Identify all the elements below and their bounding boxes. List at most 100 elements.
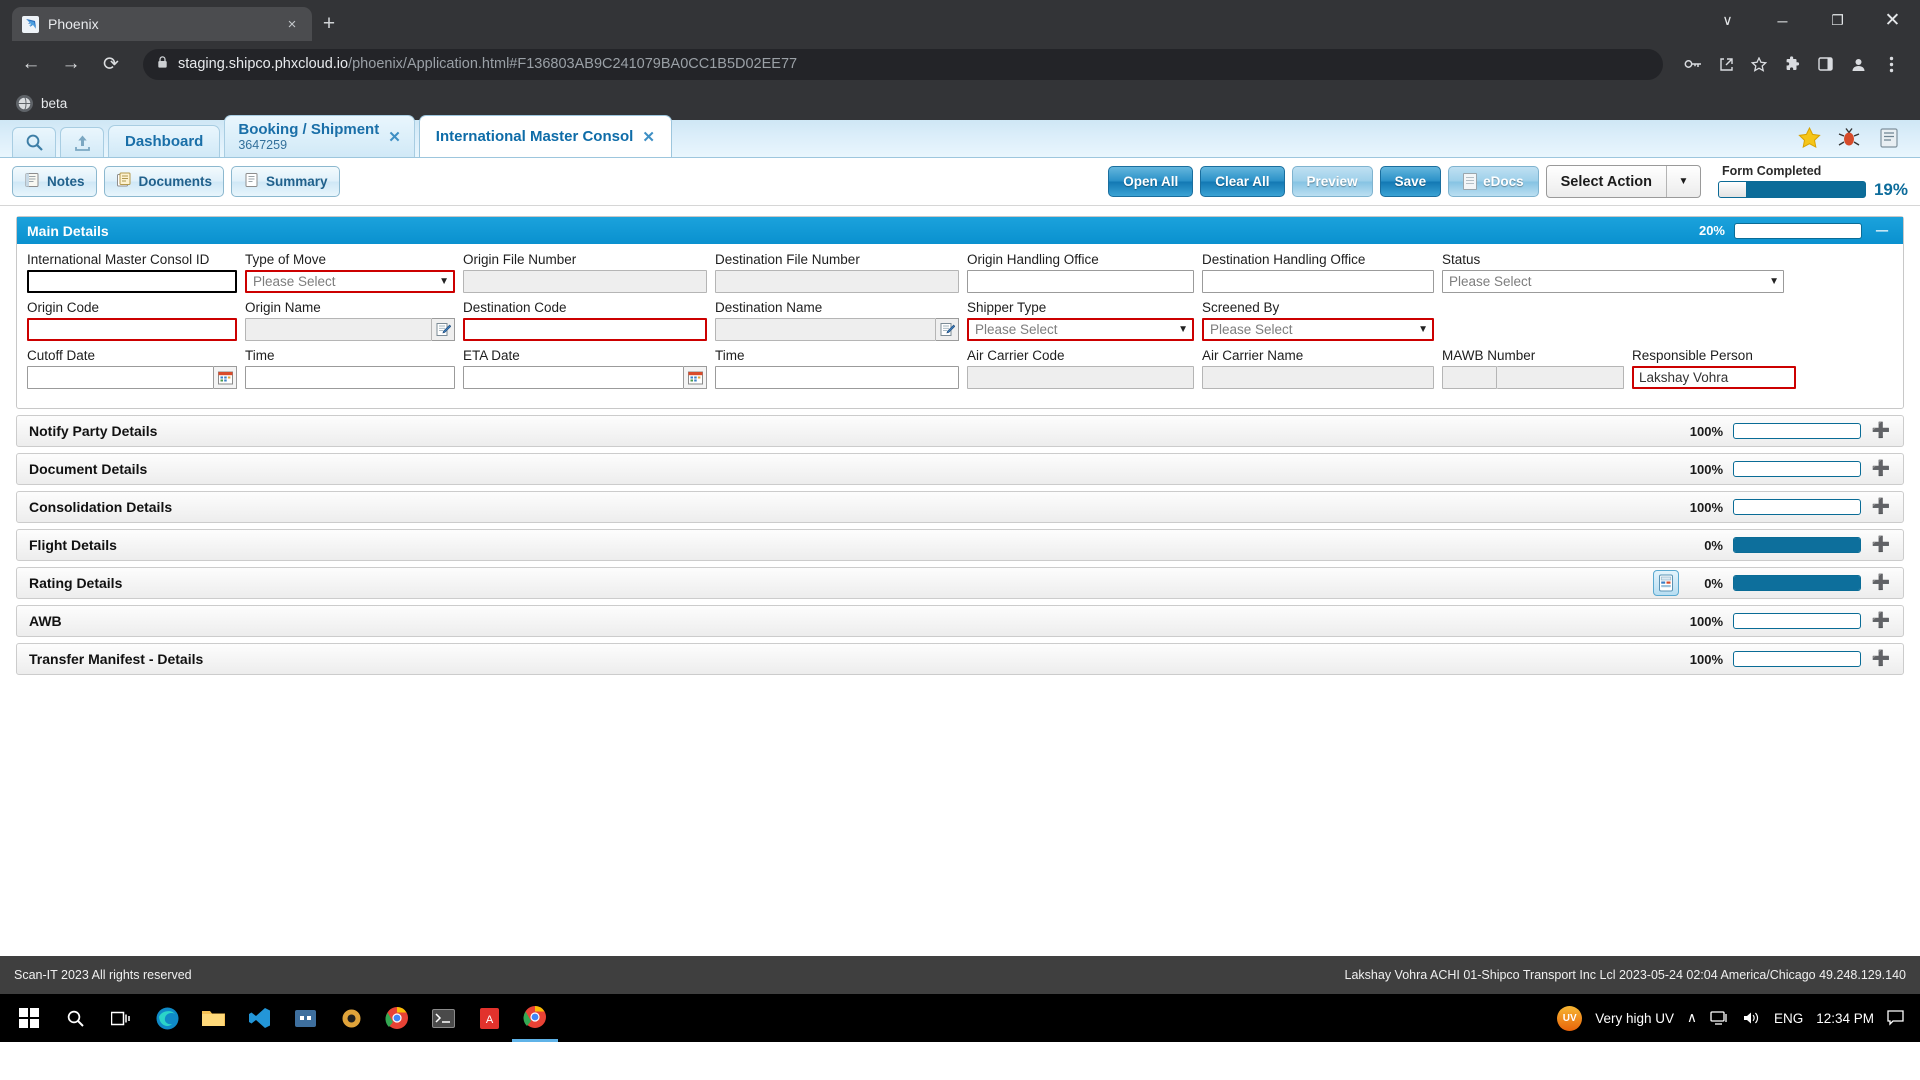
input-mawb-number-serial[interactable] [1497,366,1624,389]
chevron-down-icon[interactable]: ▼ [1414,324,1428,335]
rating-calculator-icon[interactable] [1653,570,1679,596]
main-details-header[interactable]: Main Details 20% ─ [17,217,1903,244]
favorites-star-icon[interactable] [1794,124,1824,152]
expand-section-icon[interactable]: ➕ [1871,461,1891,476]
section-flight-details[interactable]: Flight Details 0% ➕ [16,529,1904,561]
tray-clock[interactable]: 12:34 PM [1816,1011,1874,1026]
window-close-icon[interactable]: ✕ [1865,0,1920,41]
vscode-icon[interactable] [236,994,282,1042]
select-screened-by[interactable]: Please Select ▼ [1202,318,1434,341]
input-air-carrier-name[interactable] [1202,366,1434,389]
browser-tab-phoenix[interactable]: Phoenix × [12,7,312,41]
expand-section-icon[interactable]: ➕ [1871,613,1891,628]
summary-button[interactable]: Summary [231,166,340,197]
calendar-icon[interactable] [214,366,237,389]
store-icon[interactable] [282,994,328,1042]
terminal-icon[interactable] [420,994,466,1042]
section-consolidation-details[interactable]: Consolidation Details 100% ➕ [16,491,1904,523]
input-responsible-person[interactable]: Lakshay Vohra [1632,366,1796,389]
select-action-dropdown[interactable]: Select Action ▼ [1545,165,1701,198]
key-icon[interactable] [1678,49,1708,79]
uv-label[interactable]: Very high UV [1595,1011,1674,1026]
chrome-restore-icon[interactable]: ∨ [1700,0,1755,41]
input-eta-date[interactable] [463,366,684,389]
select-status[interactable]: Please Select ▼ [1442,270,1784,293]
chevron-down-icon[interactable]: ▼ [1174,324,1188,335]
save-button[interactable]: Save [1379,166,1442,197]
preview-button[interactable]: Preview [1291,166,1373,197]
section-rating-details[interactable]: Rating Details 0% ➕ [16,567,1904,599]
chrome-active-icon[interactable] [512,994,558,1042]
expand-section-icon[interactable]: ➕ [1871,499,1891,514]
app-tab-dashboard[interactable]: Dashboard [108,125,221,157]
open-all-button[interactable]: Open All [1108,166,1194,197]
network-icon[interactable] [1710,1010,1729,1026]
clear-all-button[interactable]: Clear All [1200,166,1285,197]
extensions-icon[interactable] [1777,49,1807,79]
app-tab-international-master-consol[interactable]: International Master Consol ✕ [418,115,672,157]
collapse-icon[interactable]: ─ [1871,221,1893,241]
input-destination-file-number[interactable] [715,270,959,293]
input-air-carrier-code[interactable] [967,366,1194,389]
settings-icon[interactable] [328,994,374,1042]
address-bar[interactable]: staging.shipco.phxcloud.io/phoenix/Appli… [143,48,1663,80]
section-notify-party-details[interactable]: Notify Party Details 100% ➕ [16,415,1904,447]
maximize-icon[interactable]: ❐ [1810,0,1865,41]
input-eta-time[interactable] [715,366,959,389]
menu-icon[interactable] [1876,49,1906,79]
expand-section-icon[interactable]: ➕ [1871,575,1891,590]
chrome-icon[interactable] [374,994,420,1042]
bug-icon[interactable] [1834,124,1864,152]
taskbar-search-icon[interactable] [52,994,98,1042]
notes-button[interactable]: Notes [12,166,97,197]
bookmark-beta[interactable]: beta [16,95,67,112]
select-type-of-move[interactable]: Please Select ▼ [245,270,455,293]
reload-icon[interactable]: ⟳ [94,47,128,81]
input-cutoff-time[interactable] [245,366,455,389]
edocs-button[interactable]: eDocs [1448,166,1539,197]
expand-section-icon[interactable]: ➕ [1871,537,1891,552]
new-tab-button[interactable]: + [312,7,346,41]
input-origin-name[interactable] [245,318,432,341]
acrobat-icon[interactable]: A [466,994,512,1042]
input-destination-code[interactable] [463,318,707,341]
input-origin-file-number[interactable] [463,270,707,293]
minimize-icon[interactable]: ─ [1755,0,1810,41]
edit-lookup-icon[interactable] [432,318,455,341]
forward-icon[interactable]: → [54,47,88,81]
upload-icon[interactable] [60,127,104,157]
sidepanel-icon[interactable] [1810,49,1840,79]
volume-icon[interactable] [1742,1010,1761,1026]
search-icon[interactable] [12,127,56,157]
input-destination-handling-office[interactable] [1202,270,1434,293]
expand-section-icon[interactable]: ➕ [1871,651,1891,666]
input-origin-handling-office[interactable] [967,270,1194,293]
tray-language[interactable]: ENG [1774,1011,1803,1026]
app-tab-booking-shipment[interactable]: Booking / Shipment 3647259 ✕ [224,115,415,157]
close-icon[interactable]: ✕ [642,128,655,146]
close-icon[interactable]: × [282,17,302,32]
windows-start-icon[interactable] [6,994,52,1042]
back-icon[interactable]: ← [14,47,48,81]
input-mawb-number-prefix[interactable] [1442,366,1497,389]
star-icon[interactable] [1744,49,1774,79]
chevron-down-icon[interactable]: ▼ [1765,276,1779,287]
notification-icon[interactable] [1887,1010,1904,1026]
input-destination-name[interactable] [715,318,936,341]
task-view-icon[interactable] [98,994,144,1042]
input-origin-code[interactable] [27,318,237,341]
section-awb[interactable]: AWB 100% ➕ [16,605,1904,637]
documents-button[interactable]: Documents [103,166,225,197]
tray-chevron-up-icon[interactable]: ∧ [1687,1010,1697,1026]
section-transfer-manifest-details[interactable]: Transfer Manifest - Details 100% ➕ [16,643,1904,675]
profile-icon[interactable] [1843,49,1873,79]
select-shipper-type[interactable]: Please Select ▼ [967,318,1194,341]
share-icon[interactable] [1711,49,1741,79]
input-cutoff-date[interactable] [27,366,214,389]
section-document-details[interactable]: Document Details 100% ➕ [16,453,1904,485]
notes-panel-icon[interactable] [1874,124,1904,152]
calendar-icon[interactable] [684,366,707,389]
edit-lookup-icon[interactable] [936,318,959,341]
close-icon[interactable]: ✕ [388,128,401,146]
chevron-down-icon[interactable]: ▼ [435,276,449,287]
